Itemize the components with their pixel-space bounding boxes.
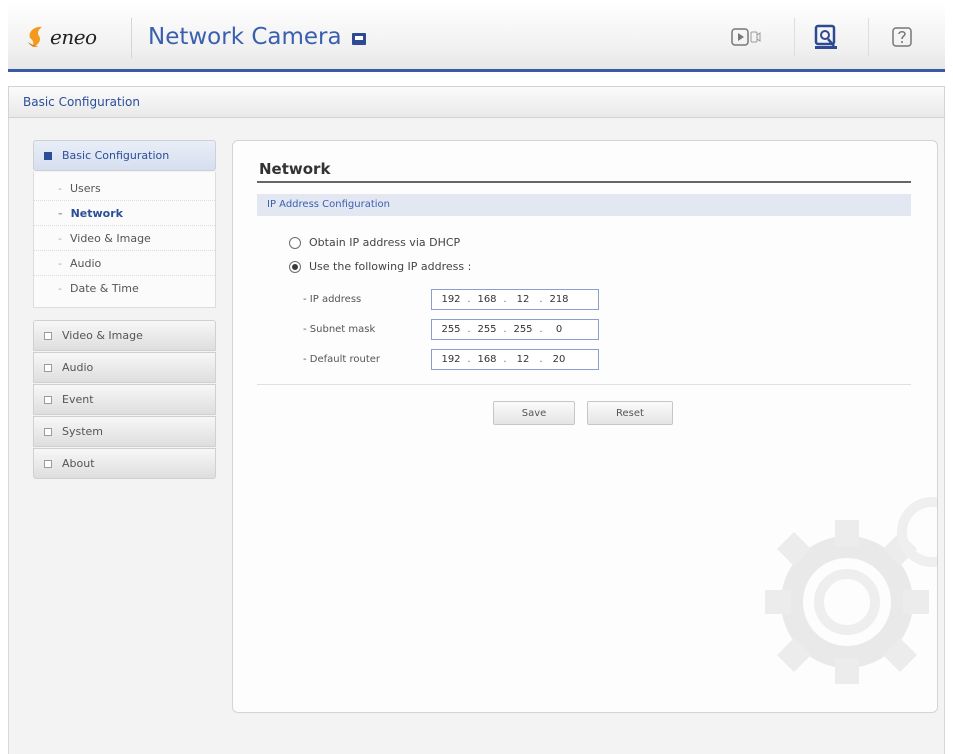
static-ip-option[interactable]: Use the following IP address : — [289, 260, 471, 273]
sidebar-group-label: Video & Image — [62, 329, 143, 342]
gear-watermark-icon — [765, 497, 937, 684]
camera-menu-icon[interactable] — [351, 33, 366, 45]
ip-address-label: - IP address — [303, 294, 362, 305]
sidebar-group-label: About — [62, 457, 95, 470]
sidebar-item-network[interactable]: - Network — [34, 201, 215, 226]
sidebar-group-label: System — [62, 425, 104, 438]
header-divider — [794, 18, 795, 56]
eneo-logo[interactable]: eneo — [26, 22, 97, 52]
sidebar-group-basic-configuration[interactable]: Basic Configuration — [33, 140, 216, 171]
sidebar-item-label: Audio — [69, 256, 102, 270]
subnet-mask-label: - Subnet mask — [303, 324, 376, 335]
expanded-square-icon — [44, 151, 52, 160]
collapsed-square-icon — [44, 363, 52, 372]
subnet-octet-input[interactable]: 255 — [512, 324, 534, 335]
header-divider — [868, 18, 869, 56]
sidebar-item-video-image[interactable]: - Video & Image — [34, 226, 215, 251]
app-header: eneo Network Camera — [8, 0, 945, 72]
subnet-octet-input[interactable]: 255 — [476, 324, 498, 335]
collapsed-square-icon — [44, 395, 52, 404]
router-octet-input[interactable]: 20 — [548, 354, 570, 365]
sidebar-item-users[interactable]: - Users — [34, 176, 215, 201]
subnet-mask-field[interactable]: 255. 255. 255. 0 — [431, 319, 599, 340]
section-title: IP Address Configuration — [267, 199, 390, 210]
brand-name: eneo — [50, 25, 97, 49]
ip-octet-input[interactable]: 12 — [512, 294, 534, 305]
subnet-octet-input[interactable]: 0 — [548, 324, 570, 335]
setup-button[interactable] — [810, 22, 842, 52]
sidebar-group-label: Basic Configuration — [62, 149, 170, 162]
sidebar-group-label: Event — [62, 393, 94, 406]
form-divider — [257, 384, 911, 385]
live-view-button[interactable] — [730, 22, 762, 52]
sidebar-item-label: Network — [70, 206, 123, 220]
collapsed-square-icon — [44, 459, 52, 468]
sidebar-item-audio[interactable]: - Audio — [34, 251, 215, 276]
save-button[interactable]: Save — [493, 401, 575, 425]
sidebar-item-label: Users — [69, 181, 101, 195]
router-octet-input[interactable]: 168 — [476, 354, 498, 365]
page-title: Network — [259, 160, 331, 178]
ip-octet-input[interactable]: 168 — [476, 294, 498, 305]
app-title: Network Camera — [148, 24, 366, 50]
sidebar-group-system[interactable]: System — [33, 416, 216, 447]
sidebar-item-label: Video & Image — [69, 231, 151, 245]
dhcp-radio-label: Obtain IP address via DHCP — [309, 236, 461, 249]
sidebar-group-audio[interactable]: Audio — [33, 352, 216, 383]
sidebar-item-label: Date & Time — [69, 282, 139, 295]
sidebar-submenu: - Users - Network - Video & Image - Audi… — [33, 172, 216, 308]
setup-icon — [814, 24, 837, 49]
collapsed-square-icon — [44, 331, 52, 340]
sidebar-group-label: Audio — [62, 361, 94, 374]
default-router-label: - Default router — [303, 354, 381, 365]
help-button[interactable] — [886, 22, 918, 52]
collapsed-square-icon — [44, 427, 52, 436]
breadcrumb-label[interactable]: Basic Configuration — [23, 95, 140, 109]
sidebar-item-date-time[interactable]: - Date & Time — [34, 276, 215, 301]
section-header: IP Address Configuration — [257, 194, 911, 216]
live-view-icon — [731, 28, 761, 46]
default-router-field[interactable]: 192. 168. 12. 20 — [431, 349, 599, 370]
main-panel: Network IP Address Configuration Obtain … — [232, 140, 938, 713]
dhcp-radio[interactable] — [289, 236, 301, 249]
sidebar-group-video-image[interactable]: Video & Image — [33, 320, 216, 351]
sidebar-groups: Video & Image Audio Event System About — [33, 320, 216, 479]
subnet-octet-input[interactable]: 255 — [440, 324, 462, 335]
static-ip-radio-label: Use the following IP address : — [309, 260, 472, 273]
sidebar-group-about[interactable]: About — [33, 448, 216, 479]
sidebar: Basic Configuration - Users - Network - … — [33, 140, 216, 480]
ip-address-field[interactable]: 192. 168. 12. 218 — [431, 289, 599, 310]
router-octet-input[interactable]: 12 — [512, 354, 534, 365]
ip-octet-input[interactable]: 192 — [440, 294, 462, 305]
header-divider — [131, 18, 132, 58]
breadcrumb: Basic Configuration — [8, 86, 945, 118]
dhcp-option[interactable]: Obtain IP address via DHCP — [289, 236, 460, 249]
title-divider — [257, 181, 911, 183]
router-octet-input[interactable]: 192 — [440, 354, 462, 365]
app-title-text: Network Camera — [148, 24, 342, 50]
eneo-logo-mark — [28, 26, 42, 47]
reset-button[interactable]: Reset — [587, 401, 673, 425]
help-icon — [892, 27, 912, 47]
ip-octet-input[interactable]: 218 — [548, 294, 570, 305]
sidebar-group-event[interactable]: Event — [33, 384, 216, 415]
static-ip-radio[interactable] — [289, 260, 301, 273]
